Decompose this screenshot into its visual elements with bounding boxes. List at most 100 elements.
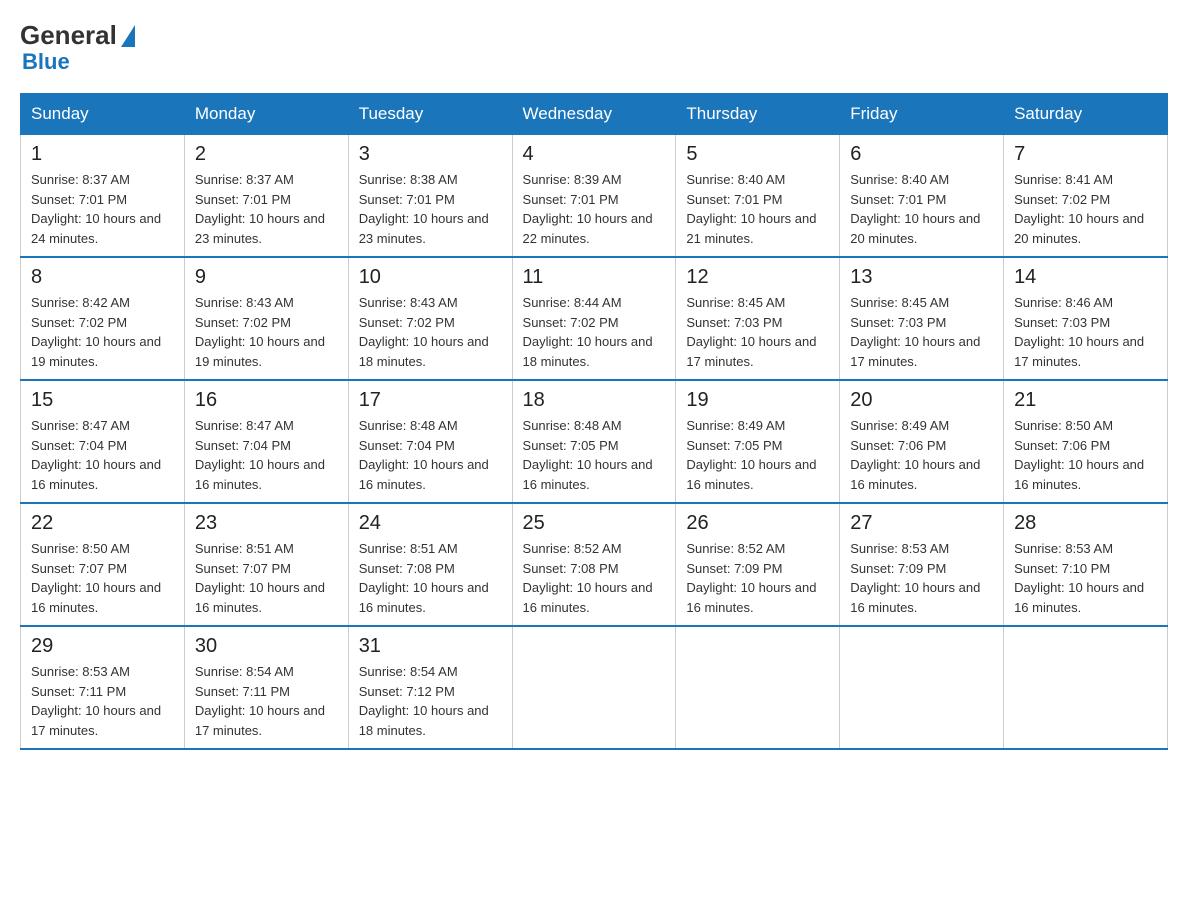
calendar-cell: 30Sunrise: 8:54 AMSunset: 7:11 PMDayligh…: [184, 626, 348, 749]
day-info: Sunrise: 8:54 AMSunset: 7:12 PMDaylight:…: [359, 662, 502, 740]
day-info: Sunrise: 8:44 AMSunset: 7:02 PMDaylight:…: [523, 293, 666, 371]
day-number: 19: [686, 389, 829, 412]
day-number: 12: [686, 266, 829, 289]
day-number: 23: [195, 512, 338, 535]
day-info: Sunrise: 8:50 AMSunset: 7:06 PMDaylight:…: [1014, 416, 1157, 494]
weekday-header-saturday: Saturday: [1004, 94, 1168, 135]
day-info: Sunrise: 8:49 AMSunset: 7:05 PMDaylight:…: [686, 416, 829, 494]
day-number: 16: [195, 389, 338, 412]
calendar-cell: 10 Sunrise: 8:43 AMSunset: 7:02 PMDayligh…: [348, 257, 512, 380]
calendar-cell: 18 Sunrise: 8:48 AMSunset: 7:05 PMDayligh…: [512, 380, 676, 503]
calendar-cell: 22 Sunrise: 8:50 AMSunset: 7:07 PMDayligh…: [21, 503, 185, 626]
day-number: 10: [359, 266, 502, 289]
day-number: 11: [523, 266, 666, 289]
calendar-cell: [512, 626, 676, 749]
calendar-cell: 17Sunrise: 8:48 AMSunset: 7:04 PMDayligh…: [348, 380, 512, 503]
day-number: 20: [850, 389, 993, 412]
day-info: Sunrise: 8:43 AMSunset: 7:02 PMDaylight:…: [359, 293, 502, 371]
day-info: Sunrise: 8:37 AMSunset: 7:01 PMDaylight:…: [195, 170, 338, 248]
day-number: 17: [359, 389, 502, 412]
calendar-cell: 4 Sunrise: 8:39 AMSunset: 7:01 PMDaylight…: [512, 135, 676, 258]
calendar-cell: 6 Sunrise: 8:40 AMSunset: 7:01 PMDaylight…: [840, 135, 1004, 258]
day-info: Sunrise: 8:53 AMSunset: 7:11 PMDaylight:…: [31, 662, 174, 740]
day-number: 26: [686, 512, 829, 535]
calendar-cell: 9 Sunrise: 8:43 AMSunset: 7:02 PMDaylight…: [184, 257, 348, 380]
day-info: Sunrise: 8:53 AMSunset: 7:10 PMDaylight:…: [1014, 539, 1157, 617]
day-info: Sunrise: 8:46 AMSunset: 7:03 PMDaylight:…: [1014, 293, 1157, 371]
calendar-cell: 21 Sunrise: 8:50 AMSunset: 7:06 PMDayligh…: [1004, 380, 1168, 503]
day-number: 21: [1014, 389, 1157, 412]
day-number: 27: [850, 512, 993, 535]
day-number: 31: [359, 635, 502, 658]
logo-general-text: General: [20, 20, 135, 51]
day-info: Sunrise: 8:52 AMSunset: 7:08 PMDaylight:…: [523, 539, 666, 617]
day-info: Sunrise: 8:39 AMSunset: 7:01 PMDaylight:…: [523, 170, 666, 248]
day-number: 9: [195, 266, 338, 289]
calendar-week-row: 8 Sunrise: 8:42 AMSunset: 7:02 PMDaylight…: [21, 257, 1168, 380]
calendar-cell: [1004, 626, 1168, 749]
calendar-cell: 19 Sunrise: 8:49 AMSunset: 7:05 PMDayligh…: [676, 380, 840, 503]
calendar-cell: 26 Sunrise: 8:52 AMSunset: 7:09 PMDayligh…: [676, 503, 840, 626]
day-number: 22: [31, 512, 174, 535]
calendar-cell: 12 Sunrise: 8:45 AMSunset: 7:03 PMDayligh…: [676, 257, 840, 380]
weekday-header-tuesday: Tuesday: [348, 94, 512, 135]
day-number: 24: [359, 512, 502, 535]
logo-blue-text: Blue: [22, 49, 70, 75]
day-number: 30: [195, 635, 338, 658]
day-number: 15: [31, 389, 174, 412]
day-info: Sunrise: 8:41 AMSunset: 7:02 PMDaylight:…: [1014, 170, 1157, 248]
day-info: Sunrise: 8:48 AMSunset: 7:05 PMDaylight:…: [523, 416, 666, 494]
day-number: 5: [686, 143, 829, 166]
day-info: Sunrise: 8:45 AMSunset: 7:03 PMDaylight:…: [850, 293, 993, 371]
calendar-week-row: 22 Sunrise: 8:50 AMSunset: 7:07 PMDayligh…: [21, 503, 1168, 626]
calendar-week-row: 1 Sunrise: 8:37 AMSunset: 7:01 PMDaylight…: [21, 135, 1168, 258]
day-number: 13: [850, 266, 993, 289]
day-info: Sunrise: 8:40 AMSunset: 7:01 PMDaylight:…: [686, 170, 829, 248]
weekday-header-row: SundayMondayTuesdayWednesdayThursdayFrid…: [21, 94, 1168, 135]
calendar-cell: 14 Sunrise: 8:46 AMSunset: 7:03 PMDayligh…: [1004, 257, 1168, 380]
day-info: Sunrise: 8:53 AMSunset: 7:09 PMDaylight:…: [850, 539, 993, 617]
calendar-cell: 16Sunrise: 8:47 AMSunset: 7:04 PMDayligh…: [184, 380, 348, 503]
day-info: Sunrise: 8:50 AMSunset: 7:07 PMDaylight:…: [31, 539, 174, 617]
calendar-cell: [840, 626, 1004, 749]
day-info: Sunrise: 8:37 AMSunset: 7:01 PMDaylight:…: [31, 170, 174, 248]
calendar-cell: [676, 626, 840, 749]
calendar-cell: 5 Sunrise: 8:40 AMSunset: 7:01 PMDaylight…: [676, 135, 840, 258]
day-number: 1: [31, 143, 174, 166]
day-info: Sunrise: 8:45 AMSunset: 7:03 PMDaylight:…: [686, 293, 829, 371]
calendar-cell: 24 Sunrise: 8:51 AMSunset: 7:08 PMDayligh…: [348, 503, 512, 626]
calendar-table: SundayMondayTuesdayWednesdayThursdayFrid…: [20, 93, 1168, 750]
day-info: Sunrise: 8:52 AMSunset: 7:09 PMDaylight:…: [686, 539, 829, 617]
day-number: 6: [850, 143, 993, 166]
calendar-week-row: 29 Sunrise: 8:53 AMSunset: 7:11 PMDayligh…: [21, 626, 1168, 749]
calendar-cell: 31 Sunrise: 8:54 AMSunset: 7:12 PMDayligh…: [348, 626, 512, 749]
logo-triangle-icon: [121, 25, 135, 47]
day-info: Sunrise: 8:51 AMSunset: 7:08 PMDaylight:…: [359, 539, 502, 617]
weekday-header-friday: Friday: [840, 94, 1004, 135]
calendar-cell: 20 Sunrise: 8:49 AMSunset: 7:06 PMDayligh…: [840, 380, 1004, 503]
day-number: 8: [31, 266, 174, 289]
day-number: 29: [31, 635, 174, 658]
calendar-cell: 7Sunrise: 8:41 AMSunset: 7:02 PMDaylight…: [1004, 135, 1168, 258]
day-info: Sunrise: 8:43 AMSunset: 7:02 PMDaylight:…: [195, 293, 338, 371]
calendar-cell: 1 Sunrise: 8:37 AMSunset: 7:01 PMDaylight…: [21, 135, 185, 258]
calendar-cell: 2 Sunrise: 8:37 AMSunset: 7:01 PMDaylight…: [184, 135, 348, 258]
weekday-header-sunday: Sunday: [21, 94, 185, 135]
calendar-cell: 23Sunrise: 8:51 AMSunset: 7:07 PMDayligh…: [184, 503, 348, 626]
day-number: 25: [523, 512, 666, 535]
calendar-header: SundayMondayTuesdayWednesdayThursdayFrid…: [21, 94, 1168, 135]
day-number: 18: [523, 389, 666, 412]
day-number: 2: [195, 143, 338, 166]
day-info: Sunrise: 8:40 AMSunset: 7:01 PMDaylight:…: [850, 170, 993, 248]
day-info: Sunrise: 8:42 AMSunset: 7:02 PMDaylight:…: [31, 293, 174, 371]
calendar-cell: 8 Sunrise: 8:42 AMSunset: 7:02 PMDaylight…: [21, 257, 185, 380]
day-number: 4: [523, 143, 666, 166]
day-number: 14: [1014, 266, 1157, 289]
day-info: Sunrise: 8:38 AMSunset: 7:01 PMDaylight:…: [359, 170, 502, 248]
calendar-cell: 27 Sunrise: 8:53 AMSunset: 7:09 PMDayligh…: [840, 503, 1004, 626]
calendar-cell: 11 Sunrise: 8:44 AMSunset: 7:02 PMDayligh…: [512, 257, 676, 380]
weekday-header-thursday: Thursday: [676, 94, 840, 135]
day-info: Sunrise: 8:49 AMSunset: 7:06 PMDaylight:…: [850, 416, 993, 494]
logo-general-word: General: [20, 20, 117, 51]
weekday-header-monday: Monday: [184, 94, 348, 135]
